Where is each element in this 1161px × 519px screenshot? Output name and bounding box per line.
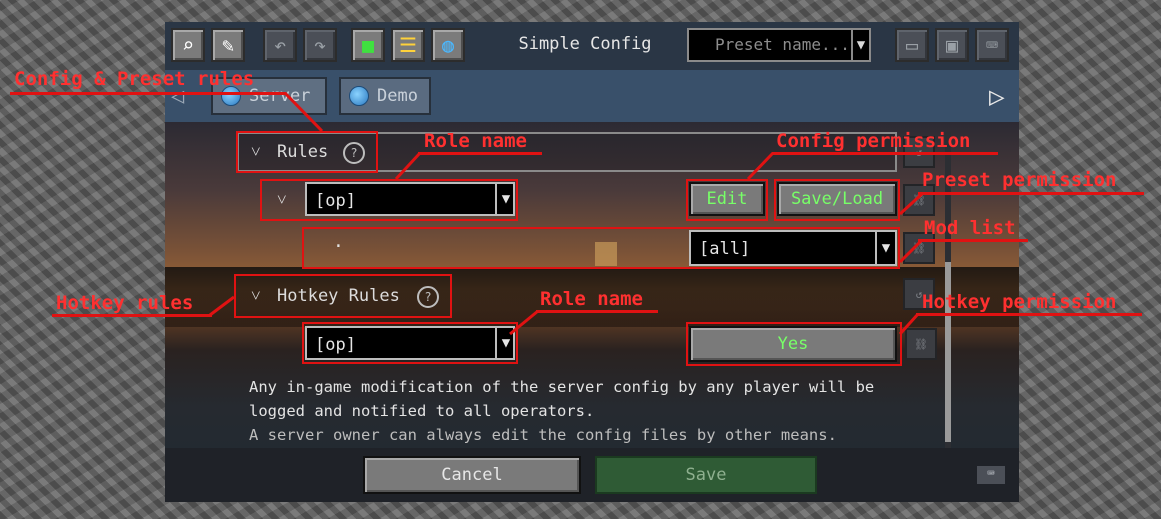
annotation-underline	[918, 192, 1144, 195]
annotation-mod-list: Mod list	[924, 217, 1016, 239]
annotation-role-name: Role name	[424, 130, 527, 152]
annotation-underline	[418, 152, 542, 155]
annotation-underline	[916, 313, 1142, 316]
annotation-underline	[52, 314, 212, 317]
annotation-config-preset-rules: Config & Preset rules	[14, 68, 255, 90]
annotation-underline	[772, 152, 998, 155]
annotation-underline	[10, 92, 286, 95]
annotation-preset-permission: Preset permission	[922, 169, 1117, 191]
annotation-role-name: Role name	[540, 288, 643, 310]
annotation-underline	[918, 239, 1028, 242]
annotation-hotkey-rules: Hotkey rules	[56, 292, 194, 314]
annotation-hotkey-permission: Hotkey permission	[922, 291, 1117, 313]
annotation-underline	[536, 310, 658, 313]
annotation-config-permission: Config permission	[776, 130, 971, 152]
